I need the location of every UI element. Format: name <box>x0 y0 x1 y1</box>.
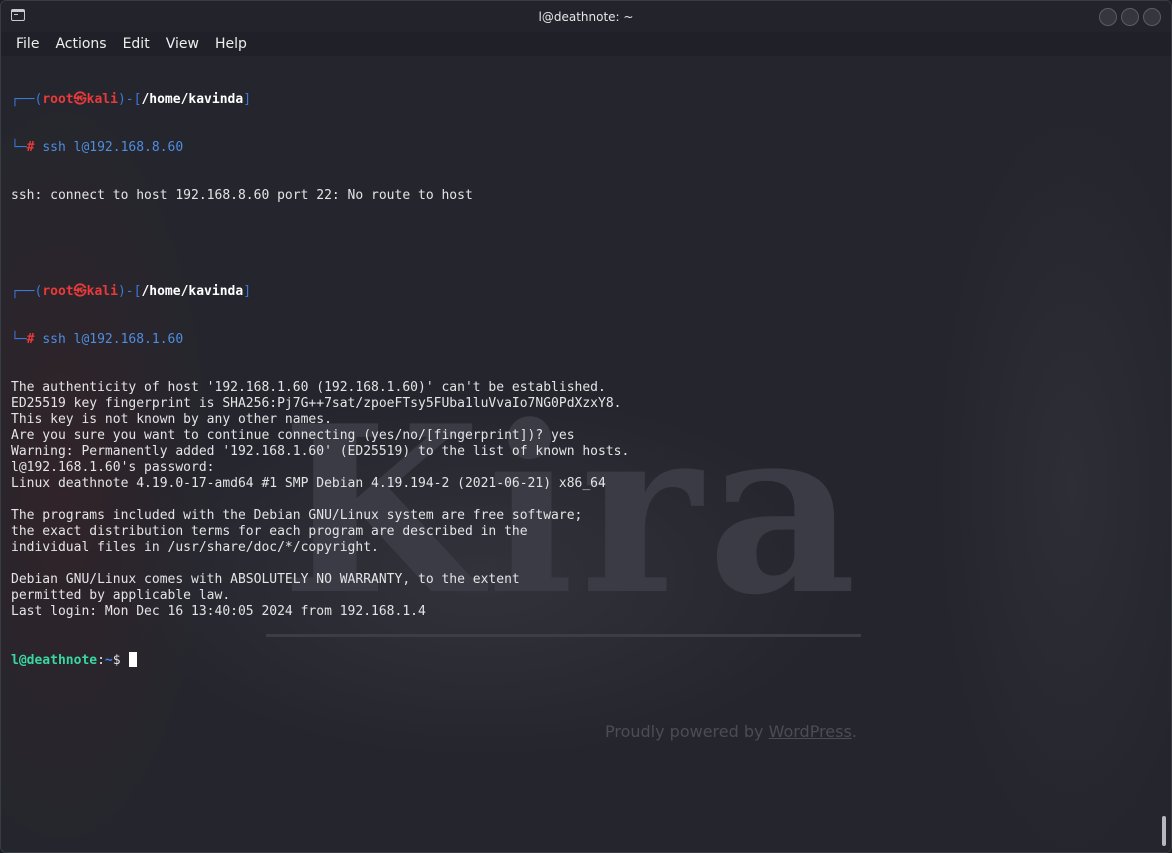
menu-bar: File Actions Edit View Help <box>1 32 1171 56</box>
menu-view[interactable]: View <box>158 36 207 52</box>
output-line: This key is not known by any other names… <box>11 412 332 427</box>
output-line: l@192.168.1.60's password: <box>11 460 215 475</box>
prompt-host: kali <box>86 92 118 107</box>
prompt-user: root <box>42 92 74 107</box>
command-text: ssh l@192.168.8.60 <box>42 140 184 155</box>
prompt-cwd: ~ <box>104 653 113 668</box>
maximize-button[interactable] <box>1121 8 1139 26</box>
final-prompt: l@deathnote:~$ <box>11 652 1141 668</box>
output-line: Linux deathnote 4.19.0-17-amd64 #1 SMP D… <box>11 476 606 491</box>
output-line: Debian GNU/Linux comes with ABSOLUTELY N… <box>11 572 520 587</box>
prompt-symbol: $ <box>112 653 121 668</box>
background-footer: Proudly powered by WordPress. <box>605 722 857 741</box>
output-line: permitted by applicable law. <box>11 588 231 603</box>
scrollbar[interactable] <box>1162 816 1166 846</box>
output-line: The programs included with the Debian GN… <box>11 508 583 523</box>
skull-icon: ㉿ <box>73 92 87 107</box>
command-text: ssh l@192.168.1.60 <box>42 332 184 347</box>
text-cursor <box>129 652 138 667</box>
window-controls <box>1099 8 1161 26</box>
output-line: Warning: Permanently added '192.168.1.60… <box>11 444 630 459</box>
title-bar[interactable]: l@deathnote: ~ <box>1 1 1171 32</box>
output-line: individual files in /usr/share/doc/*/cop… <box>11 540 379 555</box>
output-line: ED25519 key fingerprint is SHA256:Pj7G++… <box>11 396 622 411</box>
menu-file[interactable]: File <box>8 36 47 52</box>
terminal-area[interactable]: Kira Proudly powered by WordPress. ┌──(r… <box>1 56 1171 852</box>
prompt-command-2: └─# ssh l@192.168.1.60 <box>11 332 184 347</box>
output-line: Are you sure you want to continue connec… <box>11 428 575 443</box>
minimize-button[interactable] <box>1099 8 1117 26</box>
window-title: l@deathnote: ~ <box>538 9 634 24</box>
menu-edit[interactable]: Edit <box>115 36 158 52</box>
footer-suffix: . <box>851 722 857 741</box>
menu-help[interactable]: Help <box>207 36 255 52</box>
output-line: The authenticity of host '192.168.1.60 (… <box>11 380 606 395</box>
terminal-output: ┌──(root㉿kali)-[/home/kavinda] └─# ssh l… <box>11 60 1141 700</box>
skull-icon: ㉿ <box>73 284 87 299</box>
prompt-command-1: └─# ssh l@192.168.8.60 <box>11 140 184 155</box>
prompt-header-2: ┌──(root㉿kali)-[/home/kavinda] <box>11 284 252 299</box>
footer-wordpress-link: WordPress <box>768 722 852 741</box>
prompt-path: /home/kavinda <box>141 92 244 107</box>
output-line: the exact distribution terms for each pr… <box>11 524 528 539</box>
prompt-path: /home/kavinda <box>141 284 244 299</box>
prompt-header-1: ┌──(root㉿kali)-[/home/kavinda] <box>11 92 252 107</box>
prompt-userhost: l@deathnote <box>11 653 98 668</box>
terminal-app-icon[interactable] <box>11 9 25 21</box>
prompt-user: root <box>42 284 74 299</box>
prompt-host: kali <box>86 284 118 299</box>
menu-actions[interactable]: Actions <box>47 36 114 52</box>
output-line: ssh: connect to host 192.168.8.60 port 2… <box>11 188 473 203</box>
close-button[interactable] <box>1143 8 1161 26</box>
terminal-window: l@deathnote: ~ File Actions Edit View He… <box>0 0 1172 853</box>
output-line: Last login: Mon Dec 16 13:40:05 2024 fro… <box>11 604 426 619</box>
footer-prefix: Proudly powered by <box>605 722 769 741</box>
